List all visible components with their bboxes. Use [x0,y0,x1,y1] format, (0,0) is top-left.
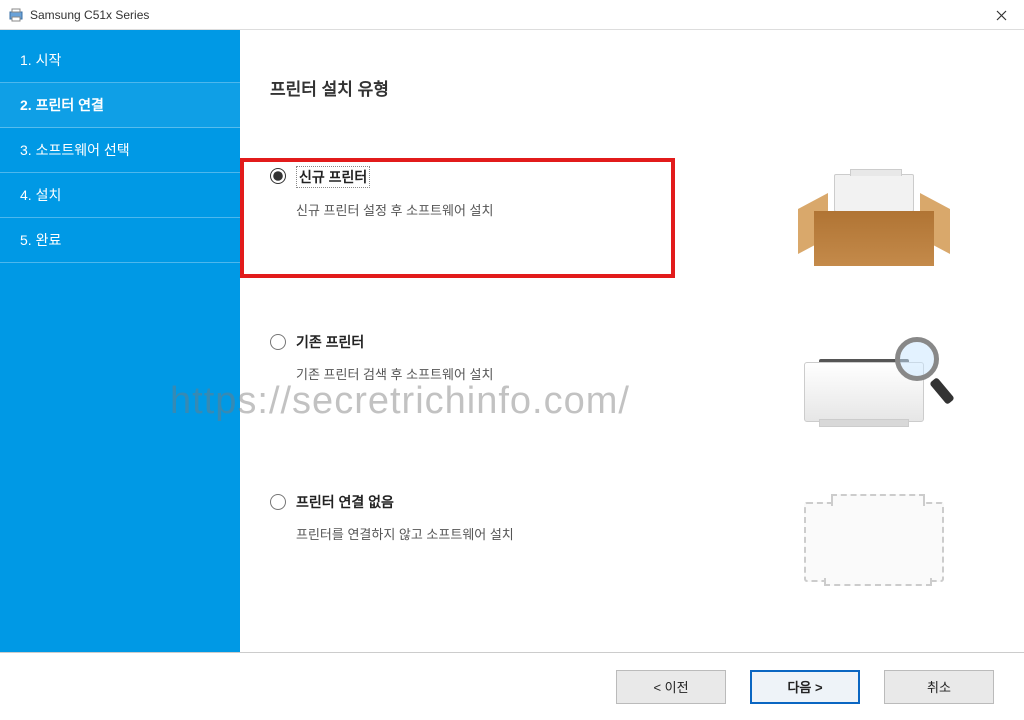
titlebar: Samsung C51x Series [0,0,1024,30]
footer-bar: < 이전 다음 > 취소 [0,652,1024,720]
option-existing-printer-desc: 기존 프린터 검색 후 소프트웨어 설치 [296,364,764,383]
radio-no-printer[interactable] [270,494,286,510]
next-button[interactable]: 다음 > [750,670,860,704]
option-new-printer-label: 신규 프린터 [296,166,370,188]
install-type-options: 신규 프린터 신규 프린터 설정 후 소프트웨어 설치 기존 프린터 기존 프린… [270,160,994,592]
printer-app-icon [8,7,24,23]
option-new-printer[interactable]: 신규 프린터 신규 프린터 설정 후 소프트웨어 설치 [270,160,994,272]
close-button[interactable] [979,0,1024,30]
option-no-printer-desc: 프린터를 연결하지 않고 소프트웨어 설치 [296,524,764,543]
option-no-printer-label: 프린터 연결 없음 [296,492,394,512]
main-area: 1. 시작 2. 프린터 연결 3. 소프트웨어 선택 4. 설치 5. 완료 … [0,30,1024,652]
printer-in-box-icon [794,166,954,266]
option-existing-printer-label: 기존 프린터 [296,332,364,352]
sidebar: 1. 시작 2. 프린터 연결 3. 소프트웨어 선택 4. 설치 5. 완료 [0,30,240,652]
option-existing-printer[interactable]: 기존 프린터 기존 프린터 검색 후 소프트웨어 설치 [270,332,994,432]
printer-magnifier-icon [794,332,954,432]
option-no-printer[interactable]: 프린터 연결 없음 프린터를 연결하지 않고 소프트웨어 설치 [270,492,994,592]
page-heading: 프린터 설치 유형 [270,75,994,100]
option-new-printer-desc: 신규 프린터 설정 후 소프트웨어 설치 [296,200,764,219]
printer-ghost-icon [794,492,954,592]
sidebar-step-start[interactable]: 1. 시작 [0,38,240,83]
cancel-button[interactable]: 취소 [884,670,994,704]
sidebar-step-install[interactable]: 4. 설치 [0,173,240,218]
sidebar-step-complete[interactable]: 5. 완료 [0,218,240,263]
back-button[interactable]: < 이전 [616,670,726,704]
sidebar-step-software[interactable]: 3. 소프트웨어 선택 [0,128,240,173]
radio-new-printer[interactable] [270,168,286,184]
radio-existing-printer[interactable] [270,334,286,350]
sidebar-step-connect[interactable]: 2. 프린터 연결 [0,83,240,128]
window-title: Samsung C51x Series [30,8,149,22]
content-panel: 프린터 설치 유형 신규 프린터 신규 프린터 설정 후 소프트웨어 설치 [240,30,1024,652]
